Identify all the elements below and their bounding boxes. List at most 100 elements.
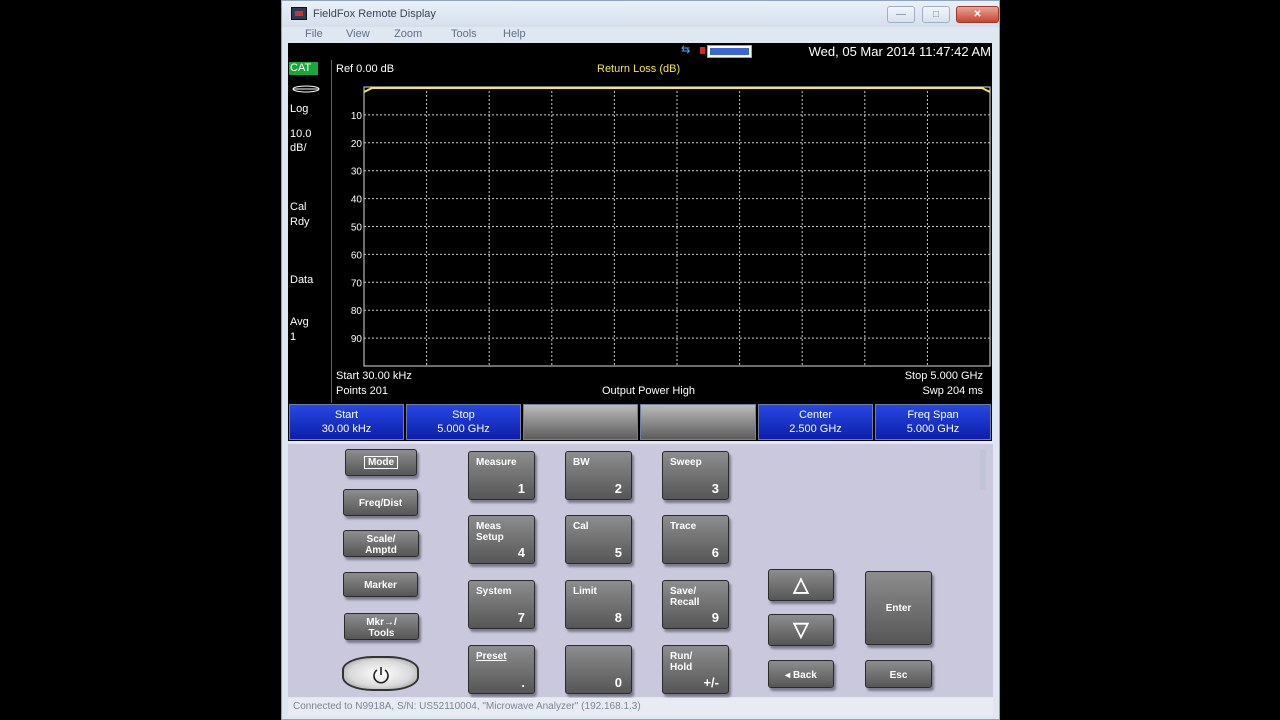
marker-tools-key[interactable]: Mkr→/ Tools bbox=[344, 613, 419, 640]
key-label: Mkr→/ Tools bbox=[366, 617, 397, 639]
menu-view[interactable]: View bbox=[346, 28, 370, 40]
softkey-start[interactable]: Start 30.00 kHz bbox=[289, 404, 404, 440]
cal-status: Cal bbox=[290, 201, 307, 213]
close-button[interactable]: ✕ bbox=[956, 6, 999, 23]
esc-key[interactable]: Esc bbox=[865, 660, 932, 688]
softkey-value: 2.500 GHz bbox=[789, 423, 842, 435]
key-label: Marker bbox=[364, 580, 397, 591]
softkey-label: Center bbox=[798, 409, 833, 421]
key-label: Run/ Hold bbox=[670, 651, 693, 673]
warning-indicator-icon bbox=[700, 47, 705, 54]
power-icon bbox=[373, 667, 389, 684]
left-info-panel: CAT Log 10.0 dB/ Cal Rdy Data Avg 1 bbox=[288, 60, 332, 403]
minimize-button[interactable]: — bbox=[887, 6, 915, 23]
avg-label: Avg bbox=[290, 316, 309, 328]
key-label: Cal bbox=[573, 521, 589, 532]
zero-key[interactable]: 0 bbox=[565, 645, 632, 694]
key-number: 2 bbox=[614, 481, 622, 496]
softkey-label: Start bbox=[334, 409, 359, 421]
enter-key[interactable]: Enter bbox=[865, 571, 932, 645]
bw-key[interactable]: BW 2 bbox=[565, 451, 632, 500]
y-tick-label: 20 bbox=[351, 139, 363, 150]
app-icon bbox=[291, 7, 307, 20]
key-label: BW bbox=[573, 457, 590, 468]
key-number: 7 bbox=[517, 610, 525, 625]
meas-setup-key[interactable]: Meas Setup 4 bbox=[468, 515, 535, 564]
softkey-label: Stop bbox=[452, 409, 475, 421]
key-label: Freq/Dist bbox=[358, 498, 403, 509]
keypad-scrollbar[interactable] bbox=[980, 450, 986, 490]
key-label: Save/ Recall bbox=[670, 586, 700, 608]
key-number: 6 bbox=[711, 545, 719, 560]
key-label: Scale/ Amptd bbox=[365, 534, 397, 556]
sweep-key[interactable]: Sweep 3 bbox=[662, 451, 729, 500]
save-recall-key[interactable]: Save/ Recall 9 bbox=[662, 580, 729, 629]
start-freq-label: Start 30.00 kHz bbox=[336, 370, 412, 382]
power-button[interactable] bbox=[342, 656, 419, 691]
system-key[interactable]: System 7 bbox=[468, 580, 535, 629]
key-number: 3 bbox=[711, 481, 719, 496]
usb-icon: ⇆ bbox=[681, 44, 691, 56]
cal-key[interactable]: Cal 5 bbox=[565, 515, 632, 564]
scale-unit: dB/ bbox=[290, 142, 307, 154]
freq-dist-key[interactable]: Freq/Dist bbox=[343, 489, 418, 516]
softkey-stop[interactable]: Stop 5.000 GHz bbox=[406, 404, 521, 440]
menu-file[interactable]: File bbox=[305, 28, 323, 40]
softkey-freq-span[interactable]: Freq Span 5.000 GHz bbox=[875, 404, 991, 440]
key-number: 9 bbox=[711, 610, 719, 625]
softkey-blank-1[interactable] bbox=[523, 404, 638, 440]
softkey-value: 30.00 kHz bbox=[321, 423, 372, 435]
softkey-value: 5.000 GHz bbox=[906, 423, 960, 435]
measure-key[interactable]: Measure 1 bbox=[468, 451, 535, 500]
softkey-blank-2[interactable] bbox=[640, 404, 756, 440]
y-tick-label: 80 bbox=[351, 306, 363, 317]
ref-level-label: Ref 0.00 dB bbox=[336, 63, 395, 75]
key-number: 0 bbox=[614, 675, 622, 690]
mode-badge: CAT bbox=[289, 62, 318, 75]
port-icon bbox=[292, 85, 320, 93]
connection-status-bar: Connected to N9918A, S/N: US52110004, "M… bbox=[288, 698, 993, 716]
key-label: Meas Setup bbox=[476, 521, 504, 543]
key-label: ◂ Back bbox=[785, 670, 817, 681]
window-title: FieldFox Remote Display bbox=[313, 8, 436, 20]
key-label: Limit bbox=[573, 586, 597, 597]
format-label: Return Loss (dB) bbox=[597, 63, 681, 75]
arrow-down-icon: ▽ bbox=[793, 619, 809, 641]
analyzer-screen: ⇆ Wed, 05 Mar 2014 11:47:42 AM CAT Log 1… bbox=[288, 43, 992, 441]
key-number: 4 bbox=[517, 545, 525, 560]
cal-status-detail: Rdy bbox=[290, 216, 310, 228]
preset-key[interactable]: Preset. bbox=[468, 645, 535, 694]
marker-key[interactable]: Marker bbox=[343, 572, 418, 597]
y-tick-label: 30 bbox=[351, 167, 363, 178]
softkey-center[interactable]: Center 2.500 GHz bbox=[758, 404, 873, 440]
key-label: Measure bbox=[476, 457, 517, 468]
key-number: 5 bbox=[614, 545, 622, 560]
trace-key[interactable]: Trace 6 bbox=[662, 515, 729, 564]
y-tick-label: 10 bbox=[351, 111, 363, 122]
y-tick-label: 60 bbox=[351, 250, 363, 261]
key-label: Enter bbox=[885, 603, 912, 614]
run-hold-key[interactable]: Run/ Hold +/- bbox=[662, 645, 729, 694]
frequency-info: Start 30.00 kHz Points 201 Output Power … bbox=[333, 368, 992, 403]
status-strip: ⇆ Wed, 05 Mar 2014 11:47:42 AM bbox=[288, 43, 992, 59]
key-number: +/- bbox=[703, 675, 719, 690]
sweep-time-label: Swp 204 ms bbox=[922, 385, 983, 397]
front-panel-keypad: Mode Freq/Dist Scale/ Amptd Marker Mkr→/… bbox=[288, 444, 993, 697]
limit-key[interactable]: Limit 8 bbox=[565, 580, 632, 629]
scale-amptd-key[interactable]: Scale/ Amptd bbox=[343, 530, 419, 557]
arrow-down-key[interactable]: ▽ bbox=[768, 614, 834, 646]
mode-key[interactable]: Mode bbox=[345, 449, 417, 476]
key-label: Preset bbox=[476, 651, 507, 662]
maximize-button[interactable]: □ bbox=[922, 6, 950, 23]
key-label: Trace bbox=[670, 521, 697, 532]
menu-zoom[interactable]: Zoom bbox=[394, 28, 422, 40]
softkey-bar: Start 30.00 kHz Stop 5.000 GHz Center 2.… bbox=[288, 403, 992, 441]
arrow-up-key[interactable]: △ bbox=[768, 569, 834, 601]
avg-value: 1 bbox=[290, 331, 297, 343]
output-power-label: Output Power High bbox=[602, 385, 695, 397]
menu-tools[interactable]: Tools bbox=[451, 28, 477, 40]
y-tick-label: 50 bbox=[351, 223, 363, 234]
menu-help[interactable]: Help bbox=[503, 28, 526, 40]
back-key[interactable]: ◂ Back bbox=[768, 660, 834, 688]
title-bar[interactable]: FieldFox Remote Display — □ ✕ bbox=[282, 1, 999, 27]
